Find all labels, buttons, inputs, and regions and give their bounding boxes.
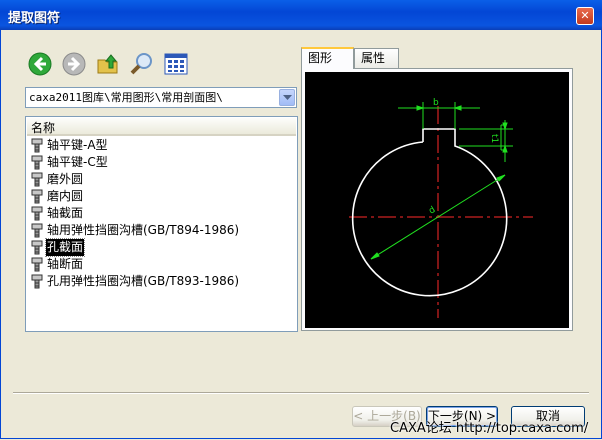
- list-header-label: 名称: [31, 121, 56, 135]
- title-bar: 提取图符 ✕: [0, 0, 602, 30]
- close-button[interactable]: ✕: [576, 7, 594, 25]
- symbol-icon: [31, 155, 43, 170]
- back-arrow-icon: [28, 52, 52, 76]
- search-button[interactable]: [129, 51, 155, 77]
- forward-button[interactable]: [61, 51, 87, 77]
- list-item-label: 磨内圆: [47, 189, 84, 203]
- list-item[interactable]: 轴截面: [29, 205, 240, 222]
- forward-arrow-icon: [62, 52, 86, 76]
- up-folder-icon: [97, 54, 118, 74]
- symbol-icon: [31, 240, 43, 255]
- view-button[interactable]: [163, 51, 189, 77]
- dim-label-diameter: d: [427, 205, 437, 217]
- path-dropdown-button[interactable]: [279, 89, 295, 106]
- list-item[interactable]: 轴用弹性挡圈沟槽(GB/T894-1986): [29, 222, 240, 239]
- symbol-icon: [31, 274, 43, 289]
- symbol-icon: [31, 206, 43, 221]
- list-item-label: 轴用弹性挡圈沟槽(GB/T894-1986): [47, 223, 240, 237]
- symbol-icon: [31, 172, 43, 187]
- list-item[interactable]: 轴断面: [29, 256, 240, 273]
- symbol-icon: [31, 189, 43, 204]
- search-icon: [130, 53, 152, 75]
- list-item-label: 磨外圆: [47, 172, 84, 186]
- tab-properties[interactable]: 属性: [354, 48, 399, 68]
- tab-properties-label: 属性: [361, 51, 386, 65]
- list-item-label: 孔用弹性挡圈沟槽(GB/T893-1986): [47, 274, 240, 288]
- dim-label-depth: t1: [489, 134, 499, 143]
- tab-graphic[interactable]: 图形: [301, 47, 354, 69]
- path-combobox[interactable]: caxa2011图库\常用图形\常用剖面图\: [25, 87, 297, 108]
- list-item[interactable]: 磨内圆: [29, 188, 240, 205]
- bottom-separator: [13, 392, 589, 394]
- list-item-label: 轴截面: [47, 206, 84, 220]
- list-header-name[interactable]: 名称: [27, 118, 296, 136]
- symbol-icon: [31, 223, 43, 238]
- symbol-icon: [31, 138, 43, 153]
- list-item-label: 轴断面: [47, 257, 84, 271]
- preview-panel: b t1 d: [301, 68, 573, 331]
- window-title: 提取图符: [8, 11, 61, 26]
- list-item[interactable]: 轴平键-C型: [29, 154, 240, 171]
- list-items: 轴平键-A型 轴平键-C型 磨外圆磨内圆轴截面轴用弹性挡圈沟槽(GB/T894-19…: [29, 137, 240, 290]
- dimensions: [370, 102, 513, 260]
- tab-graphic-label: 图形: [308, 51, 333, 65]
- path-value: caxa2011图库\常用图形\常用剖面图\: [29, 91, 223, 104]
- symbol-icon: [31, 257, 43, 272]
- chevron-down-icon: [283, 95, 292, 100]
- back-button[interactable]: [27, 51, 53, 77]
- list-item-label: 轴平键-C型: [47, 155, 108, 169]
- preview-canvas: b t1 d: [305, 72, 569, 328]
- up-folder-button[interactable]: [95, 51, 121, 77]
- list-item[interactable]: 磨外圆: [29, 171, 240, 188]
- list-item[interactable]: 轴平键-A型: [29, 137, 240, 154]
- list-item-label: 轴平键-A型: [47, 138, 108, 152]
- list-item[interactable]: 孔用弹性挡圈沟槽(GB/T893-1986): [29, 273, 240, 290]
- symbol-list[interactable]: 名称 轴平键-A型 轴平键-C型 磨外圆磨内圆轴截面轴用弹性挡圈沟槽(GB/T894…: [25, 116, 298, 332]
- view-grid-icon: [164, 53, 188, 75]
- dim-label-width: b: [433, 98, 439, 108]
- list-item[interactable]: 孔截面: [29, 238, 240, 257]
- hole-section-drawing: b t1 d: [349, 98, 533, 318]
- watermark-text: CAXA论坛 http://top.caxa.com/: [390, 421, 589, 436]
- list-item-label: 孔截面: [44, 238, 86, 257]
